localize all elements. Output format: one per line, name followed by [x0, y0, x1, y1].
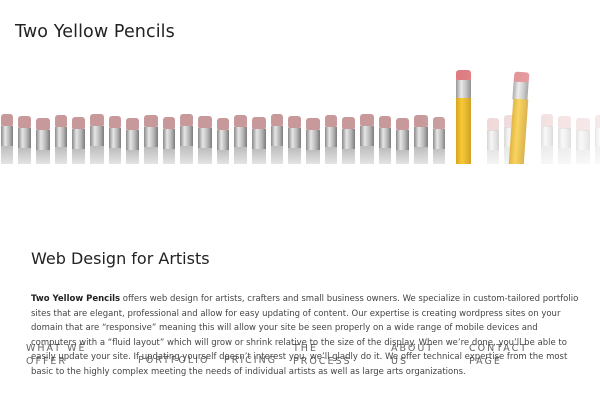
intro-bold-name: Two Yellow Pencils: [31, 294, 121, 304]
header-banner-image: [0, 62, 600, 164]
main-navigation: WHAT WE OFFER PORTFOLIO PRICING THE PROC…: [0, 170, 600, 367]
site-title[interactable]: Two Yellow Pencils: [15, 22, 175, 42]
intro-text: offers web design for artists, crafters …: [31, 294, 579, 377]
page-heading: Web Design for Artists: [31, 249, 210, 268]
pencils-illustration: [0, 62, 600, 164]
intro-paragraph: Two Yellow Pencils offers web design for…: [31, 292, 579, 379]
